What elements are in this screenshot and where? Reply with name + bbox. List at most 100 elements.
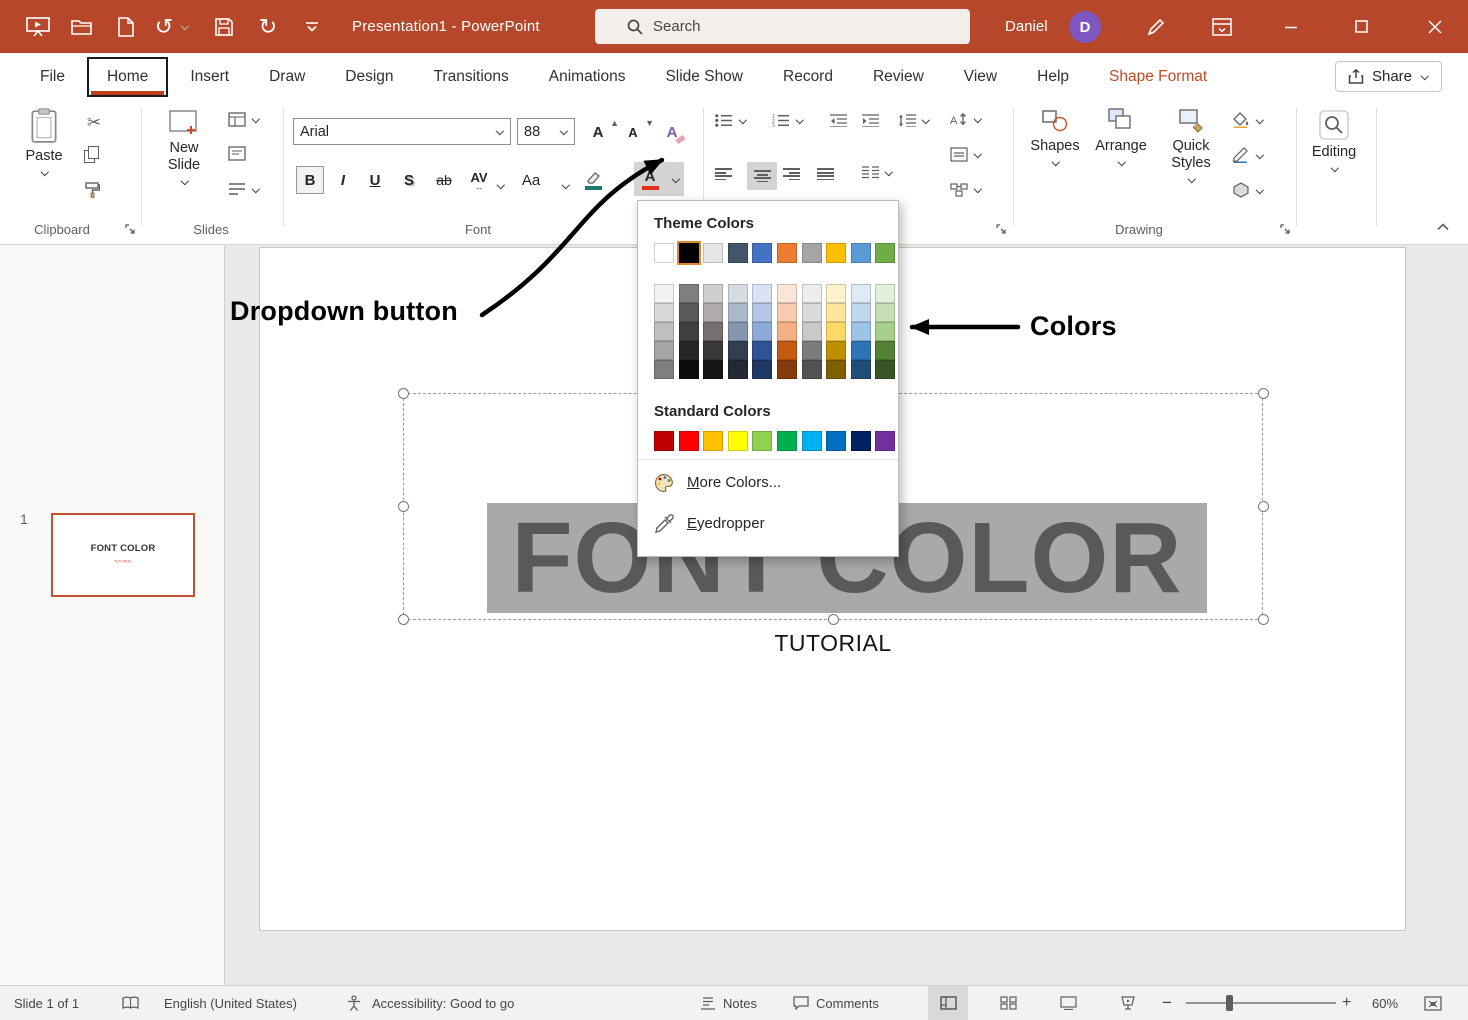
font-color-button[interactable]: A	[634, 162, 666, 196]
zoom-in-button[interactable]: +	[1342, 986, 1351, 1020]
change-case-dropdown-icon[interactable]	[561, 182, 570, 189]
shrink-font-button[interactable]: A ▼	[620, 118, 654, 144]
selection-handle[interactable]	[1258, 501, 1269, 512]
color-swatch[interactable]	[850, 431, 871, 451]
color-swatch[interactable]	[678, 303, 699, 322]
color-swatch[interactable]	[826, 341, 847, 360]
color-swatch[interactable]	[776, 341, 797, 360]
slide-layout-icon[interactable]	[228, 112, 260, 127]
tab-design[interactable]: Design	[325, 53, 413, 100]
more-colors-item[interactable]: More Colors...	[648, 462, 888, 503]
color-swatch[interactable]	[752, 341, 773, 360]
selection-handle[interactable]	[398, 388, 409, 399]
color-swatch[interactable]	[703, 360, 724, 379]
color-swatch[interactable]	[776, 360, 797, 379]
avatar[interactable]: D	[1069, 11, 1101, 43]
quick-styles-button[interactable]: Quick Styles	[1158, 108, 1224, 183]
color-swatch[interactable]	[703, 284, 724, 303]
tab-record[interactable]: Record	[763, 53, 853, 100]
format-painter-icon[interactable]	[84, 182, 100, 198]
color-swatch[interactable]	[776, 322, 797, 341]
paste-button[interactable]: Paste	[16, 108, 72, 176]
notes-button[interactable]: Notes	[700, 986, 757, 1020]
selection-handle[interactable]	[1258, 614, 1269, 625]
columns-button[interactable]	[862, 166, 893, 179]
start-slideshow-icon[interactable]	[18, 0, 58, 53]
character-spacing-button[interactable]: AV ↔	[464, 164, 494, 194]
increase-indent-button[interactable]	[862, 114, 879, 127]
color-swatch[interactable]	[727, 431, 748, 451]
slide-subtitle-text[interactable]: TUTORIAL	[403, 630, 1263, 657]
color-swatch[interactable]	[678, 284, 699, 303]
color-swatch[interactable]	[727, 322, 748, 341]
color-swatch[interactable]	[752, 303, 773, 322]
color-swatch[interactable]	[801, 431, 822, 451]
new-slide-button[interactable]: New Slide	[152, 108, 216, 185]
italic-button[interactable]: I	[330, 166, 356, 194]
font-size-combobox[interactable]: 88	[517, 118, 575, 145]
tab-slide-show[interactable]: Slide Show	[645, 53, 763, 100]
text-direction-button[interactable]: A	[950, 112, 982, 127]
color-swatch[interactable]	[678, 322, 699, 341]
tab-animations[interactable]: Animations	[529, 53, 646, 100]
shape-effects-button[interactable]	[1232, 182, 1264, 198]
align-right-button[interactable]	[783, 168, 800, 180]
color-swatch[interactable]	[776, 303, 797, 322]
line-spacing-button[interactable]	[898, 114, 930, 127]
open-file-icon[interactable]	[62, 0, 102, 53]
bullets-button[interactable]	[715, 114, 747, 127]
tab-view[interactable]: View	[944, 53, 1017, 100]
zoom-slider-thumb[interactable]	[1226, 995, 1233, 1011]
align-text-button[interactable]	[950, 147, 982, 162]
language-status[interactable]: English (United States)	[164, 986, 297, 1020]
save-icon[interactable]	[204, 0, 244, 53]
close-button[interactable]	[1402, 0, 1468, 53]
color-swatch[interactable]	[703, 243, 724, 263]
normal-view-button[interactable]	[928, 986, 968, 1020]
drawing-dialog-launcher-icon[interactable]	[1280, 222, 1291, 240]
text-shadow-button[interactable]: S	[396, 166, 422, 194]
color-swatch[interactable]	[826, 431, 847, 451]
section-icon[interactable]	[228, 182, 260, 196]
text-highlight-button[interactable]	[578, 164, 608, 196]
color-swatch[interactable]	[875, 431, 896, 451]
color-swatch[interactable]	[654, 303, 674, 322]
color-swatch[interactable]	[801, 284, 822, 303]
color-swatch[interactable]	[678, 360, 699, 379]
color-swatch[interactable]	[850, 322, 871, 341]
color-swatch[interactable]	[826, 322, 847, 341]
convert-to-smartart-button[interactable]	[950, 182, 982, 197]
color-swatch[interactable]	[850, 284, 871, 303]
customize-quick-access-icon[interactable]	[292, 0, 332, 53]
color-swatch[interactable]	[752, 322, 773, 341]
color-swatch[interactable]	[850, 341, 871, 360]
color-swatch[interactable]	[875, 303, 896, 322]
tab-review[interactable]: Review	[853, 53, 944, 100]
color-swatch[interactable]	[654, 243, 674, 263]
fit-slide-to-window-icon[interactable]	[1424, 986, 1442, 1020]
comments-button[interactable]: Comments	[793, 986, 879, 1020]
accessibility-status[interactable]: Accessibility: Good to go	[372, 986, 514, 1020]
color-swatch[interactable]	[776, 431, 797, 451]
grow-font-button[interactable]: A ▲	[585, 118, 619, 144]
redo-icon[interactable]: ↻	[248, 0, 288, 53]
copy-icon[interactable]	[84, 146, 99, 163]
ink-pen-icon[interactable]	[1136, 0, 1176, 53]
color-swatch[interactable]	[801, 360, 822, 379]
reset-slide-icon[interactable]	[228, 146, 246, 161]
eyedropper-item[interactable]: Eyedropper	[648, 503, 888, 544]
tab-help[interactable]: Help	[1017, 53, 1089, 100]
color-swatch[interactable]	[752, 431, 773, 451]
color-swatch[interactable]	[801, 243, 822, 263]
color-swatch[interactable]	[703, 431, 724, 451]
arrange-button[interactable]: Arrange	[1090, 108, 1152, 166]
underline-button[interactable]: U	[362, 166, 388, 194]
color-swatch[interactable]	[727, 284, 748, 303]
color-swatch[interactable]	[727, 243, 748, 263]
color-swatch[interactable]	[654, 431, 674, 451]
strikethrough-button[interactable]: ab	[430, 166, 458, 194]
color-swatch[interactable]	[826, 360, 847, 379]
color-swatch[interactable]	[776, 243, 797, 263]
color-swatch[interactable]	[850, 360, 871, 379]
color-swatch[interactable]	[703, 341, 724, 360]
